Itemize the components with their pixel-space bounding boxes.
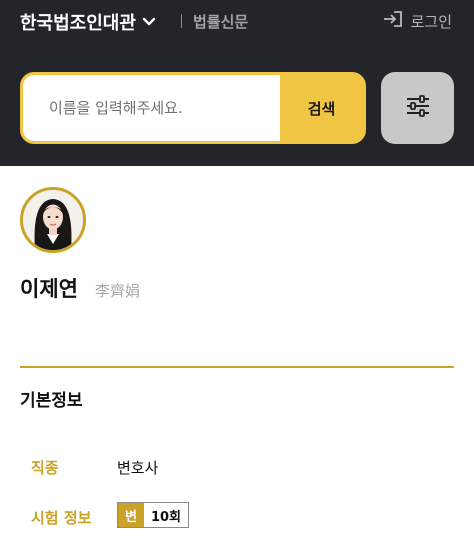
exam-round-badge: 10회 <box>143 503 189 527</box>
login-icon <box>382 10 404 32</box>
search-button[interactable]: 검색 <box>280 75 363 141</box>
login-button[interactable]: 로그인 <box>382 10 452 32</box>
brand-dropdown[interactable]: 한국법조인대관 <box>20 9 156 35</box>
section-divider <box>20 366 454 368</box>
header-divider <box>181 14 182 28</box>
login-label: 로그인 <box>410 12 452 31</box>
search-box: 검색 <box>20 72 366 144</box>
news-link[interactable]: 법률신문 <box>193 11 248 32</box>
avatar <box>20 187 86 253</box>
exam-badge: 변 10회 <box>117 502 190 528</box>
avatar-photo <box>23 190 83 250</box>
search-input[interactable] <box>23 75 280 141</box>
filter-button[interactable] <box>381 72 454 144</box>
chevron-down-icon <box>142 17 156 27</box>
top-header: 한국법조인대관 법률신문 로그인 검색 <box>0 0 474 166</box>
job-label: 직종 <box>31 459 59 477</box>
filter-sliders-icon <box>405 95 431 121</box>
profile-hanja-name: 李齊娟 <box>95 282 141 300</box>
profile-name: 이제연 <box>20 277 78 301</box>
basic-info-title: 기본정보 <box>20 391 83 411</box>
exam-info-label: 시험 정보 <box>31 509 92 527</box>
brand-label: 한국법조인대관 <box>20 13 136 34</box>
job-value: 변호사 <box>117 459 159 477</box>
exam-type-badge: 변 <box>118 503 144 527</box>
